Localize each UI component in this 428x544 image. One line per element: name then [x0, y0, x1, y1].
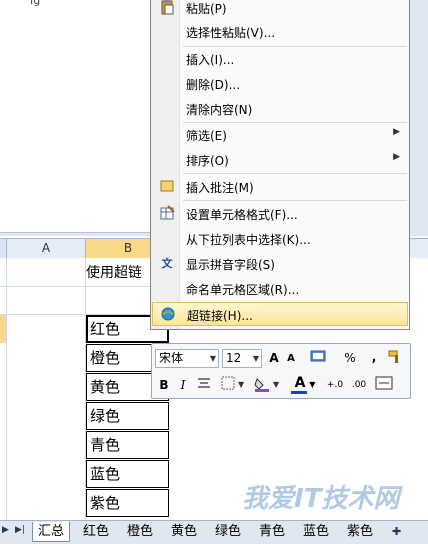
sheet-tab-summary[interactable]: 汇总 [32, 522, 71, 542]
menu-item-label: 设置单元格格式(F)... [186, 208, 298, 222]
cell-cyan[interactable]: 青色 [86, 431, 169, 459]
menu-item-label: 显示拼音字段(S) [186, 258, 275, 272]
menu-item-label: 从下拉列表中选择(K)... [186, 233, 311, 247]
menu-item-filter[interactable]: 筛选(E) ▶ [152, 123, 408, 147]
decrease-decimal-button[interactable]: .00 [348, 376, 370, 394]
menu-item-label: 插入批注(M) [186, 181, 254, 195]
format-cells-icon [158, 205, 176, 223]
grow-font-button[interactable]: A [266, 349, 282, 367]
menu-item-sort[interactable]: 排序(O) ▶ [152, 148, 408, 172]
menu-item-format-cells[interactable]: 设置单元格格式(F)... [152, 202, 408, 226]
menu-item-paste[interactable]: 粘贴(P) [152, 0, 408, 20]
menu-item-insert-comment[interactable]: 插入批注(M) [152, 175, 408, 199]
column-header-a[interactable]: A [7, 239, 86, 258]
cell-blue[interactable]: 蓝色 [86, 460, 169, 488]
paste-icon [158, 0, 176, 17]
font-size-value: 12 [226, 351, 242, 365]
submenu-arrow-icon: ▶ [393, 127, 400, 137]
sheet-tab-red[interactable]: 红色 [78, 522, 114, 541]
format-style-icon[interactable] [308, 349, 332, 367]
menu-item-show-phonetic[interactable]: 文 显示拼音字段(S) [152, 252, 408, 276]
menu-item-label: 超链接(H)... [187, 309, 253, 323]
shrink-font-button[interactable]: A [284, 350, 298, 368]
menu-item-paste-special[interactable]: 选择性粘贴(V)... [152, 20, 408, 44]
sheet-tab-yellow[interactable]: 黄色 [166, 522, 202, 541]
comma-style-button[interactable]: , [368, 348, 380, 366]
font-color-letter: A [294, 375, 306, 391]
menu-item-pick-from-list[interactable]: 从下拉列表中选择(K)... [152, 227, 408, 251]
watermark-text: 我爱IT技术网 [242, 484, 400, 514]
menu-item-label: 粘贴(P) [186, 2, 227, 16]
borders-icon[interactable]: ▼ [220, 376, 248, 394]
menu-item-label: 删除(D)... [186, 78, 241, 92]
top-left-pane: Ig [0, 0, 151, 233]
menu-item-label: 清除内容(N) [186, 103, 253, 117]
menu-item-hyperlink[interactable]: 超链接(H)... [152, 302, 408, 326]
mini-toolbar: 宋体 ▼ 12 ▼ A A % , B I ▼ ▼ A ▼ +.0 .00 [151, 343, 411, 399]
context-menu: 粘贴(P) 选择性粘贴(V)... 插入(I)... 删除(D)... 清除内容… [150, 0, 410, 330]
format-painter-icon[interactable] [386, 349, 404, 367]
clipped-text: Ig [30, 0, 41, 7]
font-name-value: 宋体 [159, 351, 184, 365]
phonetic-icon: 文 [161, 257, 173, 270]
watermark: 我爱IT技术网 [210, 470, 420, 530]
grid-line [6, 258, 7, 520]
menu-item-label: 筛选(E) [186, 129, 227, 143]
grid-line [0, 286, 150, 287]
chevron-down-icon: ▼ [309, 380, 316, 389]
italic-button[interactable]: I [176, 376, 190, 394]
font-color-button[interactable]: A ▼ [290, 374, 320, 394]
font-color-bar [291, 391, 307, 394]
menu-item-label: 命名单元格区域(R)... [186, 283, 300, 297]
sheet-tab-orange[interactable]: 橙色 [122, 522, 158, 541]
menu-separator [183, 173, 407, 174]
bold-button[interactable]: B [156, 376, 172, 394]
submenu-arrow-icon: ▶ [393, 152, 400, 162]
center-align-icon[interactable] [196, 376, 212, 394]
last-sheet-icon[interactable]: ▶| [15, 525, 25, 535]
hyperlink-icon [159, 306, 177, 324]
cell-purple[interactable]: 紫色 [86, 489, 169, 517]
svg-text:▼: ▼ [238, 380, 245, 389]
menu-item-define-name[interactable]: 命名单元格区域(R)... [152, 277, 408, 301]
select-all-corner[interactable] [0, 239, 7, 258]
merge-center-icon[interactable] [374, 376, 394, 394]
chevron-down-icon[interactable]: ▼ [210, 350, 216, 367]
comment-icon [158, 178, 176, 196]
chevron-down-icon[interactable]: ▼ [253, 350, 259, 367]
menu-item-insert[interactable]: 插入(I)... [152, 47, 408, 71]
menu-separator [183, 200, 407, 201]
increase-decimal-button[interactable]: +.0 [324, 376, 346, 394]
font-size-combo[interactable]: 12 ▼ [222, 349, 262, 368]
percent-style-button[interactable]: % [342, 349, 358, 367]
menu-item-label: 选择性粘贴(V)... [186, 26, 276, 40]
menu-item-clear-contents[interactable]: 清除内容(N) [152, 97, 408, 121]
first-sheet-icon[interactable]: ▶ [2, 525, 9, 535]
svg-text:▼: ▼ [273, 380, 280, 389]
font-name-combo[interactable]: 宋体 ▼ [155, 349, 219, 368]
title-cell[interactable]: 使用超链 [86, 262, 142, 282]
menu-item-delete[interactable]: 删除(D)... [152, 72, 408, 96]
menu-item-label: 插入(I)... [186, 53, 235, 67]
cell-green[interactable]: 绿色 [86, 402, 169, 430]
menu-item-label: 排序(O) [186, 154, 229, 168]
fill-color-icon[interactable]: ▼ [254, 376, 284, 394]
